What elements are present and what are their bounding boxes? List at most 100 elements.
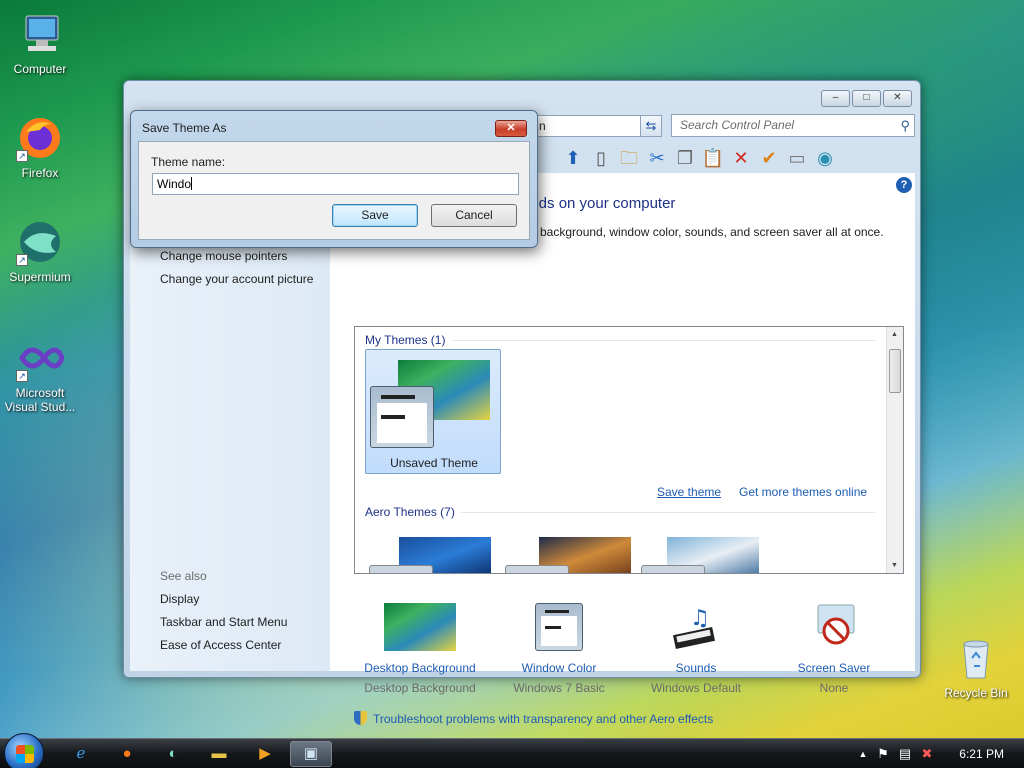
desktop-icon-label-line2: Visual Stud... <box>4 400 76 414</box>
refresh-icon: ⇆ <box>645 118 657 133</box>
window-color-item[interactable]: Window Color Windows 7 Basic <box>489 603 629 695</box>
close-button[interactable]: ✕ <box>883 90 912 107</box>
internet-explorer-icon[interactable]: ℯ <box>70 743 92 765</box>
window-color-icon <box>523 603 595 653</box>
window-preview-icon <box>370 386 434 448</box>
screen-saver-item[interactable]: Screen Saver None <box>764 603 904 695</box>
desktop-icon-label: Computer <box>13 62 67 76</box>
theme-name-value: Windo <box>157 177 192 191</box>
page-title: unds on your computer <box>522 195 676 212</box>
desktop-background-item[interactable]: Desktop Background Desktop Background <box>350 603 490 695</box>
dialog-title: Save Theme As <box>142 121 227 135</box>
item-subtitle: Windows Default <box>650 681 742 695</box>
network-icon[interactable]: ▤ <box>894 743 916 765</box>
search-input[interactable]: Search Control Panel ⚲ <box>671 114 915 137</box>
change-mouse-pointers-link[interactable]: Change mouse pointers <box>160 249 287 263</box>
theme-name-input[interactable]: Windo <box>152 173 519 195</box>
cut-icon[interactable]: ✂ <box>645 146 669 170</box>
delete-icon[interactable]: ✕ <box>729 146 753 170</box>
window-preview-icon <box>641 565 705 573</box>
desktop-background-icon <box>384 603 456 653</box>
control-panel-icon: ▣ <box>303 745 319 762</box>
troubleshoot-link[interactable]: Troubleshoot problems with transparency … <box>354 711 713 726</box>
desktop-icon-firefox[interactable]: ↗ Firefox <box>0 114 80 180</box>
scrollbar-thumb[interactable] <box>889 349 901 393</box>
desktop-icon-recycle-bin[interactable]: Recycle Bin <box>936 634 1016 700</box>
svg-text:♫: ♫ <box>690 606 710 631</box>
ease-of-access-link[interactable]: Ease of Access Center <box>160 638 281 652</box>
themes-scrollbar[interactable]: ▲ ▼ <box>886 327 903 573</box>
desktop-icon-label-line1: Microsoft <box>15 386 65 400</box>
action-center-flag-icon[interactable]: ⚑ <box>872 743 894 765</box>
item-subtitle: None <box>819 681 849 695</box>
supermium-icon: ↗ <box>16 218 64 266</box>
themes-list: My Themes (1) Unsaved Theme Save theme G… <box>354 326 904 574</box>
firefox-taskbar-icon[interactable]: ● <box>116 743 138 765</box>
properties-icon[interactable]: ▭ <box>785 146 809 170</box>
page-description: p background, window color, sounds, and … <box>530 225 884 239</box>
visual-studio-icon: ↗ <box>16 334 65 382</box>
volume-muted-icon[interactable]: ✖ <box>916 743 938 765</box>
start-button[interactable] <box>4 733 44 768</box>
get-more-themes-link[interactable]: Get more themes online <box>739 485 867 499</box>
computer-icon <box>16 10 64 58</box>
supermium-taskbar-icon[interactable]: ◐ <box>162 743 184 765</box>
media-player-icon[interactable]: ▶ <box>254 743 276 765</box>
sounds-icon: ♫ <box>660 603 732 653</box>
copy-icon[interactable]: ❐ <box>673 146 697 170</box>
shield-icon <box>354 711 367 725</box>
search-icon[interactable]: ⚲ <box>900 115 910 136</box>
sounds-item[interactable]: ♫ Sounds Windows Default <box>626 603 766 695</box>
search-placeholder: Search Control Panel <box>680 118 795 132</box>
desktop-icon-label: Supermium <box>9 270 71 284</box>
folder-options-icon[interactable]: 🗀 <box>617 146 641 170</box>
explorer-folder-icon[interactable]: ▬ <box>208 743 230 765</box>
display-link[interactable]: Display <box>160 592 199 606</box>
scroll-down-icon[interactable]: ▼ <box>891 562 898 569</box>
group-divider <box>461 512 875 513</box>
checkmark-icon[interactable]: ✔ <box>757 146 781 170</box>
control-panel-taskbar-button[interactable]: ▣ <box>290 741 332 767</box>
minimize-button[interactable]: – <box>821 90 850 107</box>
toolbar: ⬆ ▯ 🗀 ✂ ❐ 📋 ✕ ✔ ▭ ◉ <box>533 143 918 173</box>
clock[interactable]: 6:21 PM <box>959 747 1004 761</box>
paste-icon[interactable]: 📋 <box>701 146 725 170</box>
unsaved-theme-tile[interactable]: Unsaved Theme <box>365 349 501 474</box>
desktop-icon-visual-studio[interactable]: ↗ Microsoft Visual Stud... <box>0 334 80 414</box>
item-subtitle: Desktop Background <box>364 681 476 695</box>
shortcut-arrow-icon: ↗ <box>16 370 28 382</box>
see-also-label: See also <box>160 569 207 583</box>
troubleshoot-link-text: Troubleshoot problems with transparency … <box>373 712 714 726</box>
show-hidden-icons-icon[interactable]: ▲ <box>852 743 874 765</box>
recycle-bin-icon <box>952 634 1000 682</box>
item-title: Window Color <box>521 661 597 675</box>
change-account-picture-link[interactable]: Change your account picture <box>160 272 313 286</box>
group-divider <box>453 340 875 341</box>
save-theme-link[interactable]: Save theme <box>657 485 721 499</box>
window-preview-icon <box>505 565 569 573</box>
firefox-icon: ↗ <box>16 114 64 162</box>
item-subtitle: Windows 7 Basic <box>513 681 605 695</box>
scroll-up-icon[interactable]: ▲ <box>891 331 898 338</box>
aero-themes-header: Aero Themes (7) <box>365 505 455 519</box>
refresh-button[interactable]: ⇆ <box>640 115 662 137</box>
save-button[interactable]: Save <box>332 204 418 227</box>
help-icon[interactable]: ? <box>896 177 912 193</box>
desktop-icon-label: Recycle Bin <box>944 686 1008 700</box>
maximize-button[interactable]: □ <box>852 90 881 107</box>
taskbar-start-menu-link[interactable]: Taskbar and Start Menu <box>160 615 287 629</box>
cancel-button[interactable]: Cancel <box>431 204 517 227</box>
item-title: Sounds <box>675 661 717 675</box>
view-pane-icon[interactable]: ▯ <box>589 146 613 170</box>
desktop-icon-computer[interactable]: Computer <box>0 10 80 76</box>
my-themes-header: My Themes (1) <box>365 333 446 347</box>
theme-name-label: Theme name: <box>151 155 226 169</box>
desktop-icon-supermium[interactable]: ↗ Supermium <box>0 218 80 284</box>
system-tray: ▲ ⚑ ▤ ✖ 6:21 PM <box>844 739 1024 768</box>
globe-icon[interactable]: ◉ <box>813 146 837 170</box>
close-icon: ✕ <box>506 122 516 134</box>
up-folder-icon[interactable]: ⬆ <box>561 146 585 170</box>
save-theme-dialog: Save Theme As ✕ Theme name: Windo Save C… <box>130 110 538 248</box>
item-title: Screen Saver <box>797 661 871 675</box>
dialog-close-button[interactable]: ✕ <box>495 120 527 137</box>
